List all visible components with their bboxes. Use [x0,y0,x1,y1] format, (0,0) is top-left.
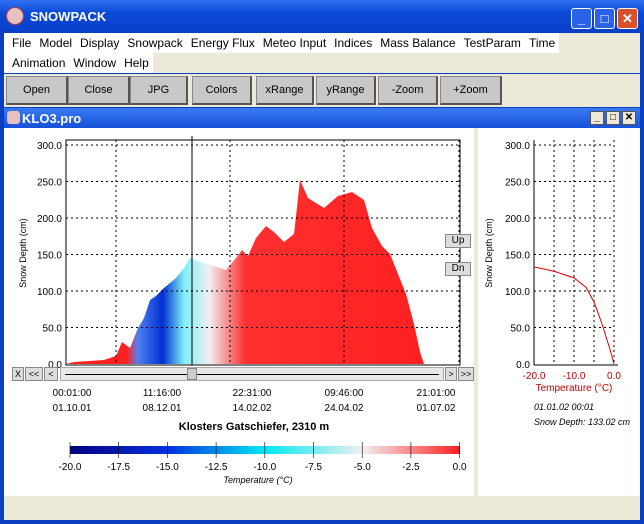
station-title: Klosters Gatschiefer, 2310 m [179,421,330,433]
x-tick-time: 21:01:00 [417,388,456,399]
menu-display[interactable]: Display [76,33,123,53]
profile-snow-depth: Snow Depth: 133.02 cm [534,417,631,427]
time-slider-thumb[interactable] [187,368,197,380]
y-tick-label: 250.0 [37,178,62,189]
menu-snowpack[interactable]: Snowpack [123,33,186,53]
xrange-button[interactable]: xRange [256,76,314,105]
time-slider[interactable] [60,367,444,381]
menu-testparam[interactable]: TestParam [460,33,525,53]
up-button[interactable]: Up [445,234,471,248]
snow-temperature-area [66,180,424,364]
profile-date: 01.01.02 00:01 [534,402,594,412]
minimize-button[interactable]: _ [571,8,592,29]
y-tick-label: 200.0 [37,214,62,225]
colors-button[interactable]: Colors [192,76,252,105]
main-chart-panel: 0.0 50.0 100.0 150.0 200.0 250.0 300.0 Snow Dep… [4,128,474,496]
y-tick-label: 100.0 [37,287,62,298]
y-tick-label: 150.0 [37,251,62,262]
profile-x-tick-label: -20.0 [523,371,546,382]
colorbar-tick-label: -10.0 [253,462,276,473]
temperature-profile-chart: 0.0 50.0 100.0 150.0 200.0 250.0 300.0 Snow Dep… [484,140,631,427]
x-tick-date: 08.12.01 [143,403,182,414]
doc-close-button[interactable]: ✕ [622,111,636,125]
scroll-first-button[interactable]: << [25,367,43,381]
open-button[interactable]: Open [6,76,68,105]
document-icon [7,111,20,124]
status-bar [4,498,640,520]
profile-y-tick-label: 300.0 [505,141,530,152]
profile-y-axis-label: Snow Depth (cm) [484,218,494,288]
profile-y-tick-label: 50.0 [511,324,531,335]
colorbar-tick-label: -12.5 [205,462,228,473]
menu-energy-flux[interactable]: Energy Flux [187,33,259,53]
close-button[interactable]: ✕ [617,8,638,29]
title-bar: SNOWPACK _ □ ✕ [0,0,644,32]
y-tick-label: 300.0 [37,141,62,152]
scroll-x-button[interactable]: X [12,367,24,381]
y-axis-label: Snow Depth (cm) [18,218,28,288]
doc-minimize-button[interactable]: _ [590,111,604,125]
x-tick-date: 14.02.02 [233,403,272,414]
colorbar-tick-label: 0.0 [453,462,467,473]
colorbar-tick-label: -17.5 [107,462,130,473]
colorbar-tick-label: -7.5 [305,462,323,473]
scroll-next-button[interactable]: > [445,367,457,381]
scroll-last-button[interactable]: >> [458,367,474,381]
doc-maximize-button[interactable]: □ [606,111,620,125]
profile-y-tick-label: 100.0 [505,287,530,298]
menu-file[interactable]: File [8,33,35,53]
profile-y-tick-label: 250.0 [505,178,530,189]
x-tick-time: 22:31:00 [233,388,272,399]
y-tick-label: 50.0 [43,324,63,335]
app-title: SNOWPACK [30,9,107,24]
menu-model[interactable]: Model [35,33,76,53]
x-tick-date: 01.07.02 [417,403,456,414]
colorbar-tick-label: -15.0 [156,462,179,473]
menu-animation[interactable]: Animation [8,53,69,73]
zoom-button[interactable]: -Zoom [378,76,438,105]
profile-panel: 0.0 50.0 100.0 150.0 200.0 250.0 300.0 Snow Dep… [478,128,640,496]
menu-indices[interactable]: Indices [330,33,376,53]
profile-y-tick-label: 200.0 [505,214,530,225]
app-logo-icon [6,7,24,25]
menu-window[interactable]: Window [69,53,120,73]
close-button[interactable]: Close [68,76,130,105]
document-window: KLO3.pro _ □ ✕ 0.0 50.0 100.0 150.0 200.0 250… [4,108,640,520]
colorbar-label: Temperature (°C) [223,475,292,485]
menu-bar: File Model Display Snowpack Energy Flux Meteo… [4,33,640,73]
menu-time[interactable]: Time [525,33,559,53]
toolbar: Open Close JPG Colors xRange yRange -Zoom +Zoom [4,74,640,107]
jpg-button[interactable]: JPG [130,76,188,105]
profile-x-tick-label: -10.0 [563,371,586,382]
snow-temperature-chart: 0.0 50.0 100.0 150.0 200.0 250.0 300.0 Snow Dep… [18,136,467,485]
profile-y-tick-label: 0.0 [516,360,530,371]
zoom-button[interactable]: +Zoom [440,76,502,105]
document-title-bar: KLO3.pro _ □ ✕ [4,108,640,128]
x-tick-date: 01.10.01 [53,403,92,414]
maximize-button[interactable]: □ [594,8,615,29]
colorbar-tick-label: -5.0 [354,462,372,473]
yrange-button[interactable]: yRange [316,76,376,105]
profile-x-axis-label: Temperature (°C) [536,383,613,394]
profile-x-tick-label: 0.0 [607,371,621,382]
menu-mass-balance[interactable]: Mass Balance [376,33,459,53]
document-title: KLO3.pro [22,111,82,126]
x-tick-time: 09:46:00 [325,388,364,399]
profile-y-tick-label: 150.0 [505,251,530,262]
colorbar-tick-label: -20.0 [59,462,82,473]
x-tick-time: 00:01:00 [53,388,92,399]
down-button[interactable]: Dn [445,262,471,276]
scroll-prev-button[interactable]: < [44,367,58,381]
x-tick-time: 11:16:00 [143,388,182,399]
x-tick-date: 24.04.02 [325,403,364,414]
menu-help[interactable]: Help [120,53,153,73]
menu-meteo-input[interactable]: Meteo Input [259,33,330,53]
colorbar-tick-label: -2.5 [402,462,420,473]
